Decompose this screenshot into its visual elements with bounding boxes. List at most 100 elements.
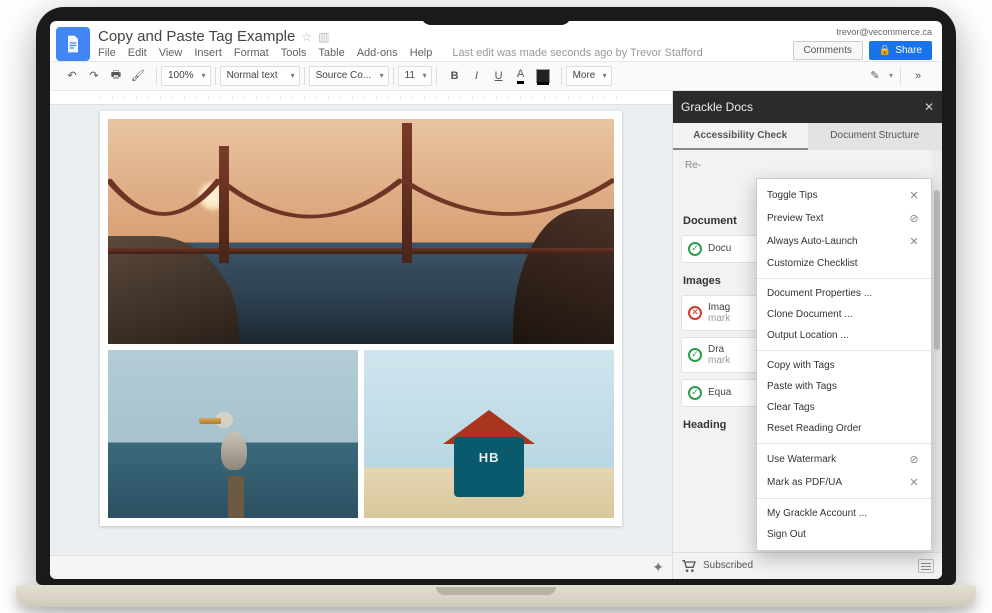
menu-format[interactable]: Format xyxy=(234,47,269,59)
sidebar-title: Grackle Docs xyxy=(681,100,753,114)
share-button[interactable]: 🔒 Share xyxy=(869,41,932,60)
dd-paste-tags[interactable]: Paste with Tags xyxy=(757,376,931,397)
titlebar: Copy and Paste Tag Example ☆ ▥ File Edit… xyxy=(50,21,942,61)
close-icon: ✕ xyxy=(907,189,921,202)
sidebar-tabs: Accessibility Check Document Structure xyxy=(673,123,942,150)
dd-reset-reading-order[interactable]: Reset Reading Order xyxy=(757,418,931,439)
zoom-dropdown[interactable]: 100% xyxy=(161,66,211,86)
dd-customize-checklist[interactable]: Customize Checklist xyxy=(757,253,931,274)
check-label: Dra xyxy=(708,344,724,355)
dd-toggle-tips[interactable]: Toggle Tips✕ xyxy=(757,184,931,207)
explore-gear-icon[interactable]: ✦ xyxy=(652,559,664,576)
laptop-notch xyxy=(421,7,571,25)
cart-icon xyxy=(681,559,697,573)
workarea: HB ✦ Grackle Docs ✕ Ac xyxy=(50,91,942,579)
editing-mode-icon[interactable]: ✎ xyxy=(865,65,885,87)
image-lifeguard-tower[interactable]: HB xyxy=(364,350,614,518)
check-label: Equa xyxy=(708,387,731,398)
underline-button[interactable]: U xyxy=(489,65,509,87)
dd-clear-tags[interactable]: Clear Tags xyxy=(757,397,931,418)
laptop-base xyxy=(16,585,976,607)
docs-app-icon[interactable] xyxy=(56,27,90,61)
status-fail-icon: ✕ xyxy=(688,306,702,320)
menu-bar: File Edit View Insert Format Tools Table… xyxy=(98,47,785,59)
document-title[interactable]: Copy and Paste Tag Example xyxy=(98,28,295,45)
expand-sidebar-icon[interactable]: » xyxy=(908,65,928,87)
document-canvas: HB ✦ xyxy=(50,91,672,579)
font-dropdown[interactable]: Source Co... xyxy=(309,66,389,86)
paragraph-style-dropdown[interactable]: Normal text xyxy=(220,66,300,86)
dd-use-watermark[interactable]: Use Watermark⊘ xyxy=(757,448,931,471)
sidebar-close-icon[interactable]: ✕ xyxy=(924,100,934,114)
close-icon: ✕ xyxy=(907,235,921,248)
menu-tools[interactable]: Tools xyxy=(281,47,307,59)
laptop-bezel: Copy and Paste Tag Example ☆ ▥ File Edit… xyxy=(36,7,956,585)
star-icon[interactable]: ☆ xyxy=(301,30,312,44)
redo-icon[interactable]: ↷ xyxy=(84,65,104,87)
sidebar-header: Grackle Docs ✕ xyxy=(673,91,942,123)
dd-doc-properties[interactable]: Document Properties ... xyxy=(757,283,931,304)
sidebar-scrollbar[interactable] xyxy=(932,150,942,552)
status-pass-icon: ✓ xyxy=(688,386,702,400)
menu-table[interactable]: Table xyxy=(318,47,344,59)
dd-mark-pdfua[interactable]: Mark as PDF/UA✕ xyxy=(757,471,931,494)
title-area: Copy and Paste Tag Example ☆ ▥ File Edit… xyxy=(98,28,785,59)
document-scroll-area[interactable]: HB xyxy=(50,105,672,555)
comments-button[interactable]: Comments xyxy=(793,41,863,60)
menu-file[interactable]: File xyxy=(98,47,116,59)
bold-button[interactable]: B xyxy=(445,65,465,87)
dd-clone-document[interactable]: Clone Document ... xyxy=(757,304,931,325)
menu-addons[interactable]: Add-ons xyxy=(357,47,398,59)
last-edit-info: Last edit was made seconds ago by Trevor… xyxy=(452,47,703,59)
dd-output-location[interactable]: Output Location ... xyxy=(757,325,931,346)
docs-icon xyxy=(63,34,83,54)
header-right: trevor@vecommerce.ca Comments 🔒 Share xyxy=(793,27,933,60)
dd-my-account[interactable]: My Grackle Account ... xyxy=(757,503,931,524)
tab-accessibility-check[interactable]: Accessibility Check xyxy=(673,123,808,150)
menu-insert[interactable]: Insert xyxy=(194,47,222,59)
italic-button[interactable]: I xyxy=(467,65,487,87)
dd-auto-launch[interactable]: Always Auto-Launch✕ xyxy=(757,230,931,253)
grackle-sidebar: Grackle Docs ✕ Accessibility Check Docum… xyxy=(672,91,942,579)
horizontal-ruler[interactable] xyxy=(50,91,672,105)
sidebar-menu-button[interactable] xyxy=(918,559,934,573)
text-color-button[interactable]: A xyxy=(511,65,531,87)
sidebar-body: Re- Document ✓ Docu Images ✕ Imagmark xyxy=(673,150,942,552)
highlight-color-button[interactable] xyxy=(533,65,553,87)
paint-format-icon[interactable]: 🖌 xyxy=(128,65,148,87)
dd-preview-text[interactable]: Preview Text⊘ xyxy=(757,207,931,230)
undo-icon[interactable]: ↶ xyxy=(62,65,82,87)
tab-document-structure[interactable]: Document Structure xyxy=(808,123,943,150)
check-sublabel: mark xyxy=(708,313,730,324)
image-pelican[interactable] xyxy=(108,350,358,518)
font-size-dropdown[interactable]: 11 xyxy=(398,66,432,86)
disabled-icon: ⊘ xyxy=(907,212,921,225)
dd-sign-out[interactable]: Sign Out xyxy=(757,524,931,545)
laptop-frame: Copy and Paste Tag Example ☆ ▥ File Edit… xyxy=(16,7,976,607)
close-icon: ✕ xyxy=(907,476,921,489)
recheck-row[interactable]: Re- xyxy=(681,158,934,173)
share-label: Share xyxy=(895,45,922,56)
toolbar: ↶ ↷ 🖶 🖌 100% Normal text Source Co... 11… xyxy=(50,61,942,91)
menu-edit[interactable]: Edit xyxy=(128,47,147,59)
subscription-status: Subscribed xyxy=(703,560,753,571)
status-pass-icon: ✓ xyxy=(688,242,702,256)
canvas-footer: ✦ xyxy=(50,555,672,579)
check-sublabel: mark xyxy=(708,355,730,366)
print-icon[interactable]: 🖶 xyxy=(106,65,126,87)
scrollbar-thumb[interactable] xyxy=(934,190,940,351)
more-tools-dropdown[interactable]: More xyxy=(566,66,612,86)
disabled-icon: ⊘ xyxy=(907,453,921,466)
image-golden-gate[interactable] xyxy=(108,119,614,344)
document-page[interactable]: HB xyxy=(100,111,622,526)
check-label: Docu xyxy=(708,243,731,254)
check-label: Imag xyxy=(708,302,730,313)
user-email[interactable]: trevor@vecommerce.ca xyxy=(836,27,932,37)
lock-icon: 🔒 xyxy=(879,45,891,56)
tower-sign-text: HB xyxy=(479,450,500,465)
dd-copy-tags[interactable]: Copy with Tags xyxy=(757,355,931,376)
folder-icon[interactable]: ▥ xyxy=(318,30,329,44)
menu-help[interactable]: Help xyxy=(410,47,433,59)
menu-view[interactable]: View xyxy=(159,47,183,59)
sidebar-footer: Subscribed xyxy=(673,552,942,579)
